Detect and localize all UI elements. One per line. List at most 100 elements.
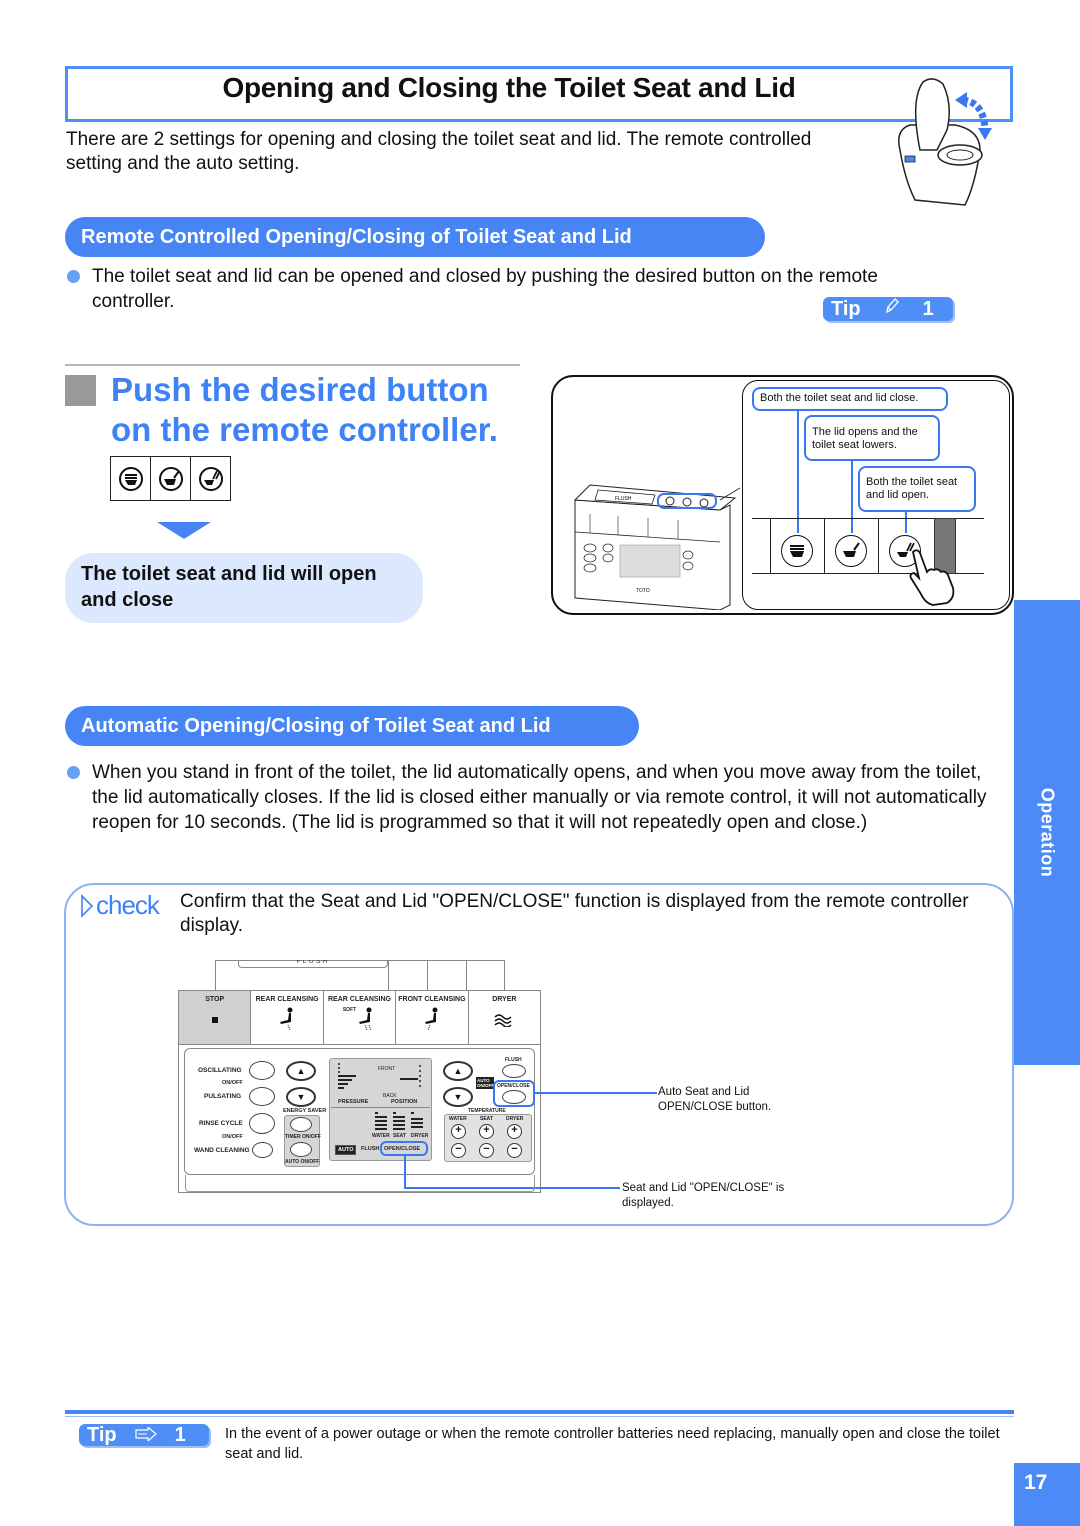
panel-top-cell <box>427 960 465 990</box>
pulsating-label: PULSATING <box>204 1093 242 1100</box>
auto-bullet: When you stand in front of the toilet, t… <box>65 760 1000 835</box>
step-title: Push the desired button on the remote co… <box>111 370 531 450</box>
auto-open-close-button[interactable] <box>502 1090 526 1104</box>
down-arrow-icon <box>157 522 211 539</box>
seat-temp-up-button[interactable]: + <box>479 1124 494 1139</box>
rear-cleansing-soft-label: REAR CLEANSING <box>328 996 392 1003</box>
pressure-position-bars <box>338 1063 421 1089</box>
tip-number: 1 <box>922 297 934 320</box>
wand-cleaning-button[interactable] <box>252 1142 273 1158</box>
step-title-line2: on the remote controller. <box>111 411 498 448</box>
footer-tip-badge[interactable]: Tip 1 <box>79 1424 209 1446</box>
rear-cleansing-label: REAR CLEANSING <box>255 996 319 1003</box>
arrow-down-icon: ▼ <box>453 1092 463 1102</box>
rear-cleansing-icon <box>280 1007 293 1031</box>
seat-lid-open-button[interactable] <box>191 457 230 500</box>
display-open-close-indicator: OPEN/CLOSE <box>384 1146 421 1152</box>
auto-onoff-button[interactable] <box>290 1142 312 1157</box>
dryer-button[interactable]: DRYER <box>469 991 540 1044</box>
timer-label: TIMER ON/OFF <box>285 1134 321 1140</box>
tip-label: Tip <box>831 297 861 320</box>
step-divider <box>65 364 520 366</box>
pressure-label: PRESSURE <box>338 1099 369 1105</box>
temperature-level-bars <box>375 1112 423 1130</box>
onoff-label: ON/OFF <box>222 1134 243 1140</box>
dryer-temp-down-button[interactable]: − <box>507 1143 522 1158</box>
strip-divider <box>824 518 825 574</box>
front-cleansing-button[interactable]: FRONT CLEANSING <box>396 991 469 1044</box>
step-marker-icon <box>65 375 96 406</box>
panel-base <box>185 1175 535 1192</box>
right-flush-label: FLUSH <box>505 1057 522 1063</box>
function-button-row: STOP REAR CLEANSING REAR CLEANSING SOFT … <box>178 990 541 1045</box>
temp-dryer-label: DRYER <box>506 1116 524 1122</box>
detail-close-button[interactable] <box>781 535 813 567</box>
dryer-temp-up-button[interactable]: + <box>507 1124 522 1139</box>
stop-label: STOP <box>205 996 225 1003</box>
remote-flush-label: FLUSH <box>615 496 632 502</box>
dryer-label: DRYER <box>492 996 517 1003</box>
side-tab-text: Operation <box>1037 787 1058 878</box>
display-seat-label: SEAT <box>393 1133 406 1139</box>
auto-onoff-label: AUTO ON/OFF <box>285 1159 320 1165</box>
footer-tip-label: Tip <box>87 1423 117 1446</box>
auto-bullet-text: When you stand in front of the toilet, t… <box>92 762 987 833</box>
stop-button[interactable]: STOP <box>179 991 252 1044</box>
timer-button[interactable] <box>290 1117 312 1132</box>
front-cleansing-icon <box>424 1007 438 1031</box>
oscillating-button[interactable] <box>249 1061 275 1080</box>
position-up-button[interactable]: ▲ <box>443 1061 473 1081</box>
rear-cleansing-soft-icon <box>359 1007 372 1031</box>
rinse-cycle-button[interactable] <box>249 1113 275 1134</box>
arrow-reference-icon <box>135 1424 157 1447</box>
strip-divider <box>878 518 879 574</box>
arrow-up-icon: ▲ <box>296 1066 306 1076</box>
rear-cleansing-button[interactable]: REAR CLEANSING <box>251 991 324 1044</box>
side-tab-label: Operation <box>1014 600 1080 1065</box>
display-dryer-label: DRYER <box>411 1133 429 1139</box>
water-temp-up-button[interactable]: + <box>451 1124 466 1139</box>
oscillating-label: OSCILLATING <box>198 1067 242 1074</box>
check-label: check <box>96 890 160 920</box>
seat-temp-down-button[interactable]: − <box>479 1143 494 1158</box>
caption-button: Auto Seat and Lid OPEN/CLOSE button. <box>658 1086 772 1113</box>
seat-lid-open-icon <box>198 466 223 491</box>
seat-lid-close-icon <box>790 545 804 557</box>
arrow-up-icon: ▲ <box>453 1066 463 1076</box>
pencil-icon <box>883 297 901 321</box>
front-cleansing-label: FRONT CLEANSING <box>398 996 466 1003</box>
display-flush-indicator: FLUSH <box>361 1146 380 1152</box>
temp-water-label: WATER <box>449 1116 467 1122</box>
seat-lid-close-icon <box>118 466 143 491</box>
page-number: 17 <box>1014 1463 1080 1526</box>
result-bubble: The toilet seat and lid will open and cl… <box>65 553 423 623</box>
stop-icon <box>211 1017 218 1023</box>
tip-reference-badge[interactable]: Tip 1 <box>823 297 953 321</box>
section-header-auto: Automatic Opening/Closing of Toilet Seat… <box>65 706 639 746</box>
lid-open-seat-lower-icon <box>158 466 183 491</box>
seat-lid-button-strip <box>110 456 231 501</box>
footer-rule-thin <box>65 1416 1014 1417</box>
rear-cleansing-soft-button[interactable]: REAR CLEANSING SOFT <box>324 991 397 1044</box>
pressure-down-button[interactable]: ▼ <box>286 1087 316 1107</box>
position-down-button[interactable]: ▼ <box>443 1087 473 1107</box>
callout-lid-open: The lid opens and the toilet seat lowers… <box>804 415 940 461</box>
toilet-illustration <box>898 78 992 206</box>
pulsating-button[interactable] <box>249 1087 275 1106</box>
detail-lid-open-button[interactable] <box>835 535 867 567</box>
display-water-label: WATER <box>372 1133 390 1139</box>
onoff-label: ON/OFF <box>222 1080 243 1086</box>
seat-lid-close-button[interactable] <box>111 457 151 500</box>
remote-brand-label: TOTO <box>636 588 650 594</box>
caption-display: Seat and Lid "OPEN/CLOSE" is displayed. <box>622 1182 785 1209</box>
footer-rule <box>65 1410 1014 1414</box>
footer-tip-text: In the event of a power outage or when t… <box>225 1426 1000 1462</box>
callout-both-open: Both the toilet seat and lid open. <box>858 466 976 512</box>
lid-open-seat-lower-button[interactable] <box>151 457 191 500</box>
panel-top-cell <box>388 960 426 990</box>
auto-flush-button[interactable] <box>502 1064 526 1078</box>
water-temp-down-button[interactable]: − <box>451 1143 466 1158</box>
bullet-icon <box>67 270 80 283</box>
footer-tip-number: 1 <box>174 1423 186 1446</box>
pressure-up-button[interactable]: ▲ <box>286 1061 316 1081</box>
